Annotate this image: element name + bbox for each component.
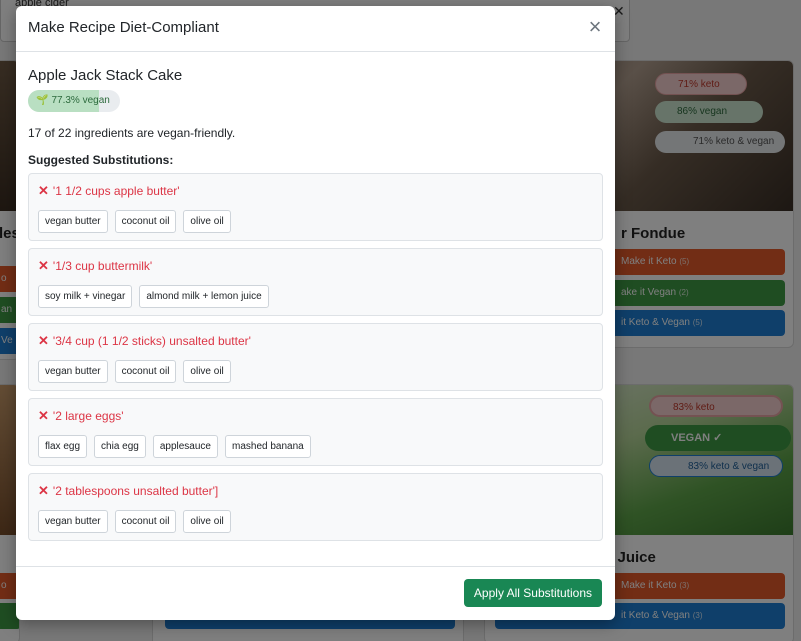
substitution-option[interactable]: mashed banana: [225, 435, 311, 458]
substitutions-heading: Suggested Substitutions:: [28, 153, 174, 167]
cross-icon: ✕: [38, 408, 49, 423]
substitution-list: ✕ '1 1/2 cups apple butter' vegan butter …: [28, 173, 603, 541]
substitution-item: ✕ '2 tablespoons unsalted butter'] vegan …: [28, 473, 603, 541]
original-ingredient: ✕ '1/3 cup buttermilk': [38, 258, 153, 273]
substitution-option[interactable]: coconut oil: [114, 360, 177, 383]
vegan-progress-badge: 🌱 77.3% vegan: [28, 90, 120, 112]
substitution-option[interactable]: olive oil: [183, 360, 231, 383]
substitution-option[interactable]: olive oil: [183, 510, 231, 533]
substitution-option[interactable]: almond milk + lemon juice: [139, 285, 269, 308]
original-ingredient: ✕ '2 tablespoons unsalted butter']: [38, 483, 219, 498]
substitution-item: ✕ '1 1/2 cups apple butter' vegan butter …: [28, 173, 603, 241]
substitution-option[interactable]: vegan butter: [38, 210, 108, 233]
substitution-option[interactable]: applesauce: [152, 435, 218, 458]
substitution-option[interactable]: olive oil: [183, 210, 231, 233]
original-ingredient: ✕ '3/4 cup (1 1/2 sticks) unsalted butter…: [38, 333, 251, 348]
original-ingredient: ✕ '1 1/2 cups apple butter': [38, 183, 180, 198]
modal-title: Make Recipe Diet-Compliant: [28, 19, 219, 36]
substitution-option[interactable]: vegan butter: [38, 360, 108, 383]
cross-icon: ✕: [38, 483, 49, 498]
modal-footer: Apply All Substitutions: [16, 566, 615, 620]
cross-icon: ✕: [38, 258, 49, 273]
apply-all-substitutions-button[interactable]: Apply All Substitutions: [463, 579, 602, 607]
vegan-progress-label: 🌱 77.3% vegan: [36, 95, 110, 106]
modal-body: Apple Jack Stack Cake 🌱 77.3% vegan 17 of…: [28, 52, 603, 548]
close-icon[interactable]: ×: [585, 16, 605, 38]
original-ingredient: ✕ '2 large eggs': [38, 408, 124, 423]
substitution-option[interactable]: coconut oil: [114, 510, 177, 533]
modal-header: Make Recipe Diet-Compliant ×: [16, 6, 615, 52]
substitution-option[interactable]: soy milk + vinegar: [38, 285, 133, 308]
cross-icon: ✕: [38, 333, 49, 348]
substitution-item: ✕ '2 large eggs' flax egg chia egg apples…: [28, 398, 603, 466]
diet-compliance-modal: Make Recipe Diet-Compliant × Apple Jack …: [16, 6, 615, 620]
substitution-option[interactable]: flax egg: [38, 435, 88, 458]
recipe-title: Apple Jack Stack Cake: [28, 67, 183, 84]
substitution-item: ✕ '3/4 cup (1 1/2 sticks) unsalted butter…: [28, 323, 603, 391]
vegan-summary: 17 of 22 ingredients are vegan-friendly.: [28, 126, 236, 140]
cross-icon: ✕: [38, 183, 49, 198]
substitution-option[interactable]: vegan butter: [38, 510, 108, 533]
seedling-icon: 🌱: [36, 95, 49, 106]
substitution-option[interactable]: chia egg: [94, 435, 146, 458]
substitution-option[interactable]: coconut oil: [114, 210, 177, 233]
substitution-item: ✕ '1/3 cup buttermilk' soy milk + vinegar…: [28, 248, 603, 316]
